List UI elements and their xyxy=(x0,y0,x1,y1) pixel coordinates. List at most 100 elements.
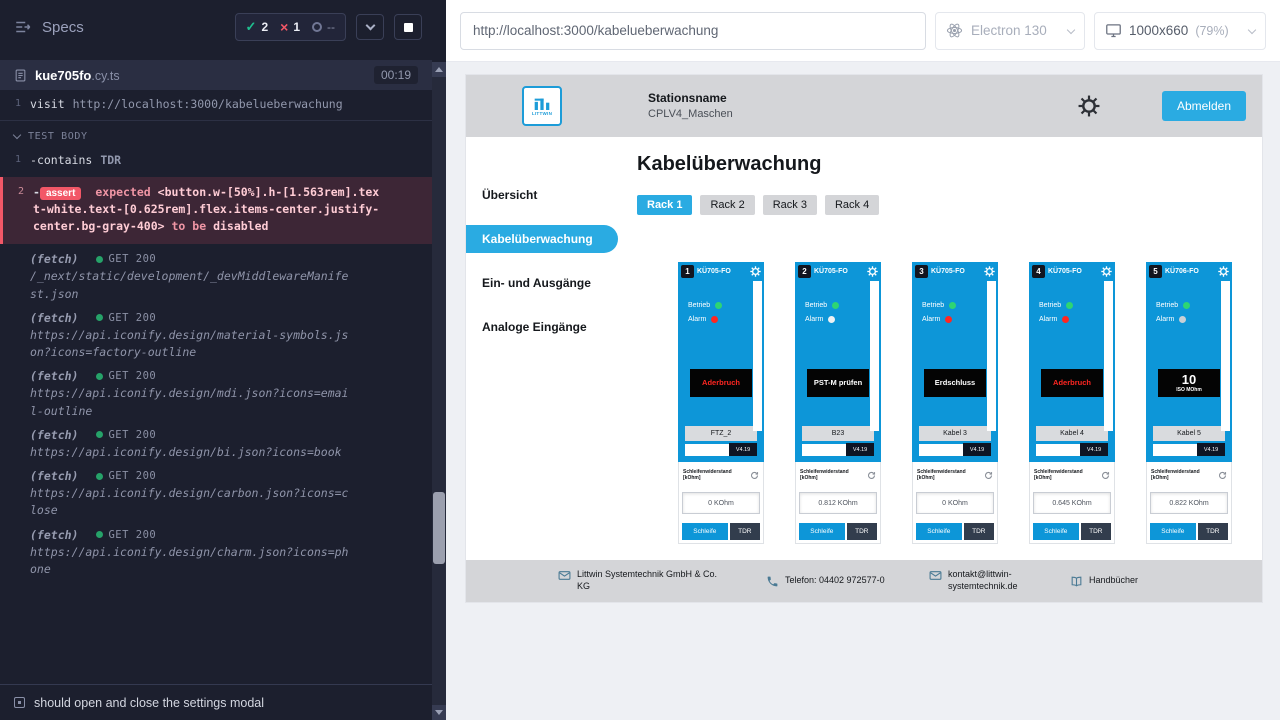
tdr-button[interactable]: TDR xyxy=(964,523,994,540)
fetch-log-entry: (fetch)GET 200 https://api.iconify.desig… xyxy=(0,361,432,420)
assert-selector: <button.w-[50%].h-[1.563rem].text-white.… xyxy=(33,185,379,234)
resistance-value: 0.645 KOhm xyxy=(1033,492,1111,514)
browser-select[interactable]: Electron 130 xyxy=(935,12,1085,50)
sidebar-item-kabelueberwachung[interactable]: Kabelüberwachung xyxy=(466,225,618,253)
spec-file-row[interactable]: kue705fo.cy.ts 00:19 xyxy=(0,60,432,90)
betrieb-led xyxy=(949,302,956,309)
abmelden-button[interactable]: Abmelden xyxy=(1162,91,1246,121)
status-ok-dot xyxy=(96,256,103,263)
rack-tabs: Rack 1 Rack 2 Rack 3 Rack 4 xyxy=(637,195,1262,215)
schleife-button[interactable]: Schleife xyxy=(682,523,728,540)
sidebar-item-uebersicht[interactable]: Übersicht xyxy=(466,181,618,209)
settings-gear-icon[interactable] xyxy=(1078,95,1100,117)
collapse-chevron-icon xyxy=(13,131,21,139)
test-stats: ✓2 ×1 -- xyxy=(235,13,346,41)
url-input[interactable]: http://localhost:3000/kabelueberwachung xyxy=(460,12,926,50)
spec-timer: 00:19 xyxy=(374,66,418,84)
device-cards: 1 KÜ705-FO Betrieb Alarm Aderbruch FTZ_2… xyxy=(678,262,1262,544)
status-display: Erdschluss xyxy=(924,369,986,397)
test-checkbox-icon xyxy=(14,697,25,708)
assert-command-failed[interactable]: 2 assert expected <button.w-[50%].h-[1.5… xyxy=(0,177,432,245)
fetch-url: https://api.iconify.design/material-symb… xyxy=(30,327,354,362)
status-ok-dot xyxy=(96,473,103,480)
cable-stripe xyxy=(870,281,879,431)
app-footer: Littwin Systemtechnik GmbH & Co. KG Tele… xyxy=(466,560,1262,602)
tdr-button[interactable]: TDR xyxy=(1081,523,1111,540)
fetch-log-entry: (fetch)GET 200 /_next/static/development… xyxy=(0,244,432,303)
schleife-button[interactable]: Schleife xyxy=(1033,523,1079,540)
scrollbar-thumb[interactable] xyxy=(433,492,445,564)
cable-name: B23 xyxy=(802,426,874,441)
viewport-icon xyxy=(1105,22,1122,39)
runner-scrollbar[interactable] xyxy=(432,62,446,720)
card-gear-icon[interactable] xyxy=(1218,266,1229,277)
spec-name: kue705fo.cy.ts xyxy=(35,68,120,83)
assert-badge: assert xyxy=(40,187,81,200)
refresh-icon[interactable] xyxy=(867,471,876,480)
resistance-label: Schleifenwiderstand [kOhm] xyxy=(1034,469,1101,481)
tdr-button[interactable]: TDR xyxy=(847,523,877,540)
status-ok-dot xyxy=(96,531,103,538)
stop-tests-button[interactable] xyxy=(394,14,422,40)
next-test-title: should open and close the settings modal xyxy=(34,696,264,710)
command-arg: TDR xyxy=(100,153,121,167)
footer-email[interactable]: kontakt@littwin-systemtechnik.de xyxy=(929,569,1026,592)
tdr-button[interactable]: TDR xyxy=(730,523,760,540)
card-gear-icon[interactable] xyxy=(984,266,995,277)
schleife-button[interactable]: Schleife xyxy=(916,523,962,540)
alarm-led xyxy=(711,316,718,323)
refresh-icon[interactable] xyxy=(984,471,993,480)
passed-icon: ✓ xyxy=(246,19,257,35)
tab-rack-1[interactable]: Rack 1 xyxy=(637,195,692,215)
assert-expected-state: disabled xyxy=(213,219,268,233)
version-badge: V4.19 xyxy=(1197,443,1225,456)
status-ok-dot xyxy=(96,314,103,321)
tab-rack-2[interactable]: Rack 2 xyxy=(700,195,754,215)
command-name: contains xyxy=(30,153,92,167)
resistance-label: Schleifenwiderstand [kOhm] xyxy=(683,469,750,481)
sidebar-item-analoge-eingaenge[interactable]: Analoge Eingänge xyxy=(466,313,618,341)
fetch-url: /_next/static/development/_devMiddleware… xyxy=(30,268,354,303)
chevron-down-icon xyxy=(1067,25,1075,33)
resistance-label: Schleifenwiderstand [kOhm] xyxy=(917,469,984,481)
collapse-runner-button[interactable] xyxy=(356,14,384,40)
app-header: LITTWIN Stationsname CPLV4_Maschen Abmel… xyxy=(466,75,1262,137)
fetch-url: https://api.iconify.design/charm.json?ic… xyxy=(30,544,354,579)
footer-handbuecher[interactable]: Handbücher xyxy=(1070,575,1138,588)
specs-menu-icon[interactable] xyxy=(14,18,32,36)
card-gear-icon[interactable] xyxy=(1101,266,1112,277)
schleife-button[interactable]: Schleife xyxy=(1150,523,1196,540)
tab-rack-3[interactable]: Rack 3 xyxy=(763,195,817,215)
test-runner-panel: Specs ✓2 ×1 -- kue705fo.cy.ts 00:19 1 vi… xyxy=(0,0,446,720)
scroll-down-button[interactable] xyxy=(432,705,446,720)
viewport-select[interactable]: 1000x660 (79%) xyxy=(1094,12,1266,50)
refresh-icon[interactable] xyxy=(1218,471,1227,480)
status-display: 10ISO MOhm xyxy=(1158,369,1220,397)
schleife-button[interactable]: Schleife xyxy=(799,523,845,540)
tdr-button[interactable]: TDR xyxy=(1198,523,1228,540)
cable-field xyxy=(685,444,729,456)
arrow-up-icon xyxy=(435,67,443,72)
assert-message: assert expected <button.w-[50%].h-[1.563… xyxy=(33,184,381,236)
refresh-icon[interactable] xyxy=(750,471,759,480)
cable-field xyxy=(1153,444,1197,456)
cable-field xyxy=(919,444,963,456)
sidebar-item-ein-und-ausgaenge[interactable]: Ein- und Ausgänge xyxy=(466,269,618,297)
aut-toolbar: http://localhost:3000/kabelueberwachung … xyxy=(446,0,1280,62)
runner-header: Specs ✓2 ×1 -- xyxy=(0,0,432,51)
card-gear-icon[interactable] xyxy=(867,266,878,277)
fetch-url: https://api.iconify.design/mdi.json?icon… xyxy=(30,385,354,420)
test-body-section[interactable]: TEST BODY xyxy=(0,121,432,148)
cable-stripe xyxy=(1221,281,1230,431)
cable-stripe xyxy=(987,281,996,431)
arrow-down-icon xyxy=(435,710,443,715)
contains-command[interactable]: 1 containsTDR xyxy=(0,148,432,173)
visit-command[interactable]: 1 visithttp://localhost:3000/kabelueberw… xyxy=(0,92,432,117)
scroll-up-button[interactable] xyxy=(432,62,446,77)
card-gear-icon[interactable] xyxy=(750,266,761,277)
status-ok-dot xyxy=(96,373,103,380)
cable-name: FTZ_2 xyxy=(685,426,757,441)
next-test-row[interactable]: should open and close the settings modal xyxy=(0,684,432,720)
refresh-icon[interactable] xyxy=(1101,471,1110,480)
tab-rack-4[interactable]: Rack 4 xyxy=(825,195,879,215)
